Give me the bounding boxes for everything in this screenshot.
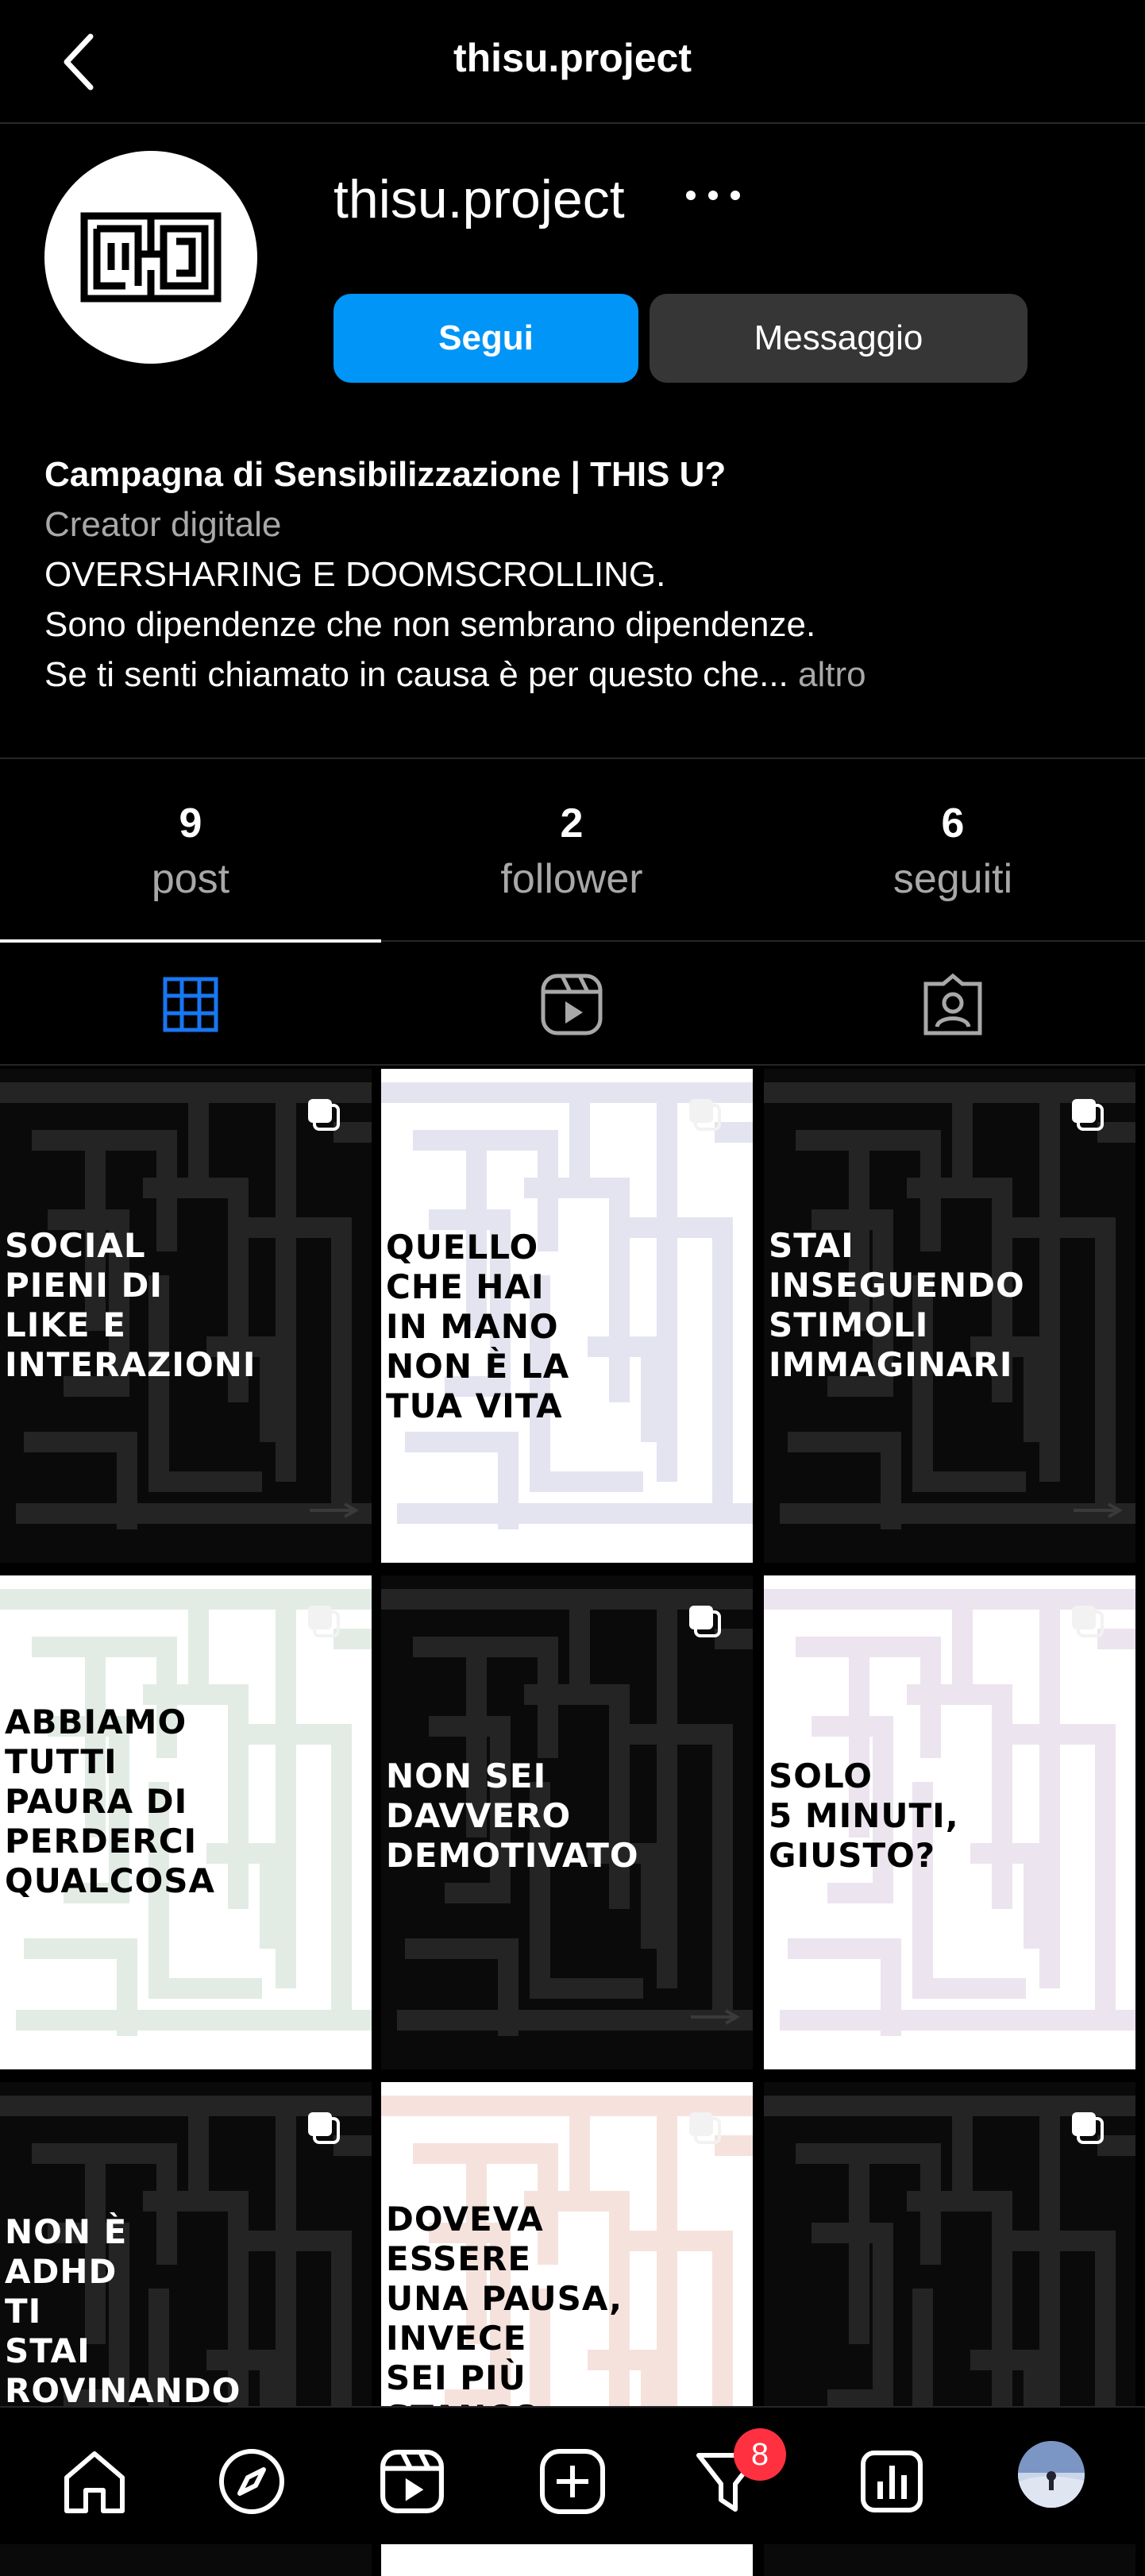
post-caption-text: NON SEI DAVVERO DEMOTIVATO: [386, 1757, 639, 1875]
bio-name: Campagna di Sensibilizzazione | THIS U?: [44, 455, 727, 494]
tab-grid[interactable]: [0, 945, 381, 1064]
post-caption-text: DOVEVA ESSERE UNA PAUSA, INVECE SEI PIÙ …: [386, 2200, 623, 2437]
more-options-icon[interactable]: [683, 179, 746, 211]
post-caption-text: SOLO 5 MINUTI, GIUSTO?: [769, 1757, 959, 1875]
carousel-icon: [686, 2109, 723, 2146]
home-icon[interactable]: [59, 2446, 130, 2517]
post-caption-text: SOCIAL PIENI DI LIKE E INTERAZIONI: [5, 1226, 256, 1384]
grid-icon: [163, 977, 218, 1032]
carousel-icon: [305, 1096, 341, 1132]
stat-value: 9: [179, 800, 202, 846]
bio-category: Creator digitale: [44, 505, 282, 544]
active-tab-indicator: [0, 939, 381, 943]
carousel-icon: [305, 2109, 341, 2146]
carousel-icon: [686, 1096, 723, 1132]
profile-avatar-nav[interactable]: [1018, 2441, 1085, 2508]
tagged-icon: [923, 973, 982, 1035]
post-tile[interactable]: STAI INSEGUENDO STIMOLI IMMAGINARI: [764, 1069, 1135, 1563]
follow-button[interactable]: Segui: [333, 294, 638, 383]
post-caption-text: STAI INSEGUENDO STIMOLI IMMAGINARI: [769, 1226, 1025, 1384]
post-tile[interactable]: NON SEI DAVVERO DEMOTIVATO: [381, 1575, 753, 2069]
create-icon[interactable]: [537, 2446, 608, 2517]
carousel-icon: [1069, 2109, 1105, 2146]
post-tile[interactable]: SOCIAL PIENI DI LIKE E INTERAZIONI: [0, 1069, 372, 1563]
bio-line: Se ti senti chiamato in causa è per ques…: [44, 655, 788, 694]
post-caption-text: ABBIAMO TUTTI PAURA DI PERDERCI QUALCOSA: [5, 1703, 216, 1900]
message-button[interactable]: Messaggio: [650, 294, 1027, 383]
tab-tagged[interactable]: [762, 945, 1143, 1064]
post-caption-text: QUELLO CHE HAI IN MANO NON È LA TUA VITA: [386, 1228, 570, 1425]
bio-line: Sono dipendenze che non sembrano dipende…: [44, 605, 816, 644]
post-tile[interactable]: QUELLO CHE HAI IN MANO NON È LA TUA VITA: [381, 1069, 753, 1563]
carousel-icon: [1069, 1096, 1105, 1132]
tab-reels[interactable]: [381, 945, 762, 1064]
stat-followers[interactable]: 2 follower: [381, 794, 762, 905]
stat-posts[interactable]: 9 post: [0, 794, 381, 905]
stat-label: seguiti: [892, 856, 1013, 902]
divider: [0, 758, 1145, 759]
stat-following[interactable]: 6 seguiti: [762, 794, 1143, 905]
post-caption-text: NON È ADHD TI STAI ROVINANDO: [5, 2212, 241, 2410]
top-bar: thisu.project: [0, 0, 1145, 124]
profile-username: thisu.project: [333, 169, 625, 229]
carousel-icon: [1069, 1602, 1105, 1639]
profile-avatar[interactable]: [44, 151, 257, 364]
stat-label: follower: [500, 856, 643, 902]
post-tile[interactable]: ABBIAMO TUTTI PAURA DI PERDERCI QUALCOSA: [0, 1575, 372, 2069]
profile-bio: Campagna di Sensibilizzazione | THIS U? …: [44, 449, 1108, 700]
stat-value: 6: [941, 800, 965, 846]
post-tile[interactable]: SOLO 5 MINUTI, GIUSTO?: [764, 1575, 1135, 2069]
divider: [0, 1064, 1145, 1066]
carousel-icon: [686, 1602, 723, 1639]
stat-label: post: [151, 856, 230, 902]
stat-value: 2: [560, 800, 584, 846]
notification-badge: 8: [734, 2428, 786, 2481]
explore-icon[interactable]: [216, 2446, 287, 2517]
page-title: thisu.project: [453, 36, 692, 80]
bio-more-link[interactable]: altro: [798, 655, 866, 694]
bio-line: OVERSHARING E DOOMSCROLLING.: [44, 555, 666, 594]
insights-icon[interactable]: [856, 2446, 927, 2517]
reels-icon[interactable]: [376, 2446, 448, 2517]
carousel-icon: [305, 1602, 341, 1639]
reels-icon: [541, 974, 603, 1035]
